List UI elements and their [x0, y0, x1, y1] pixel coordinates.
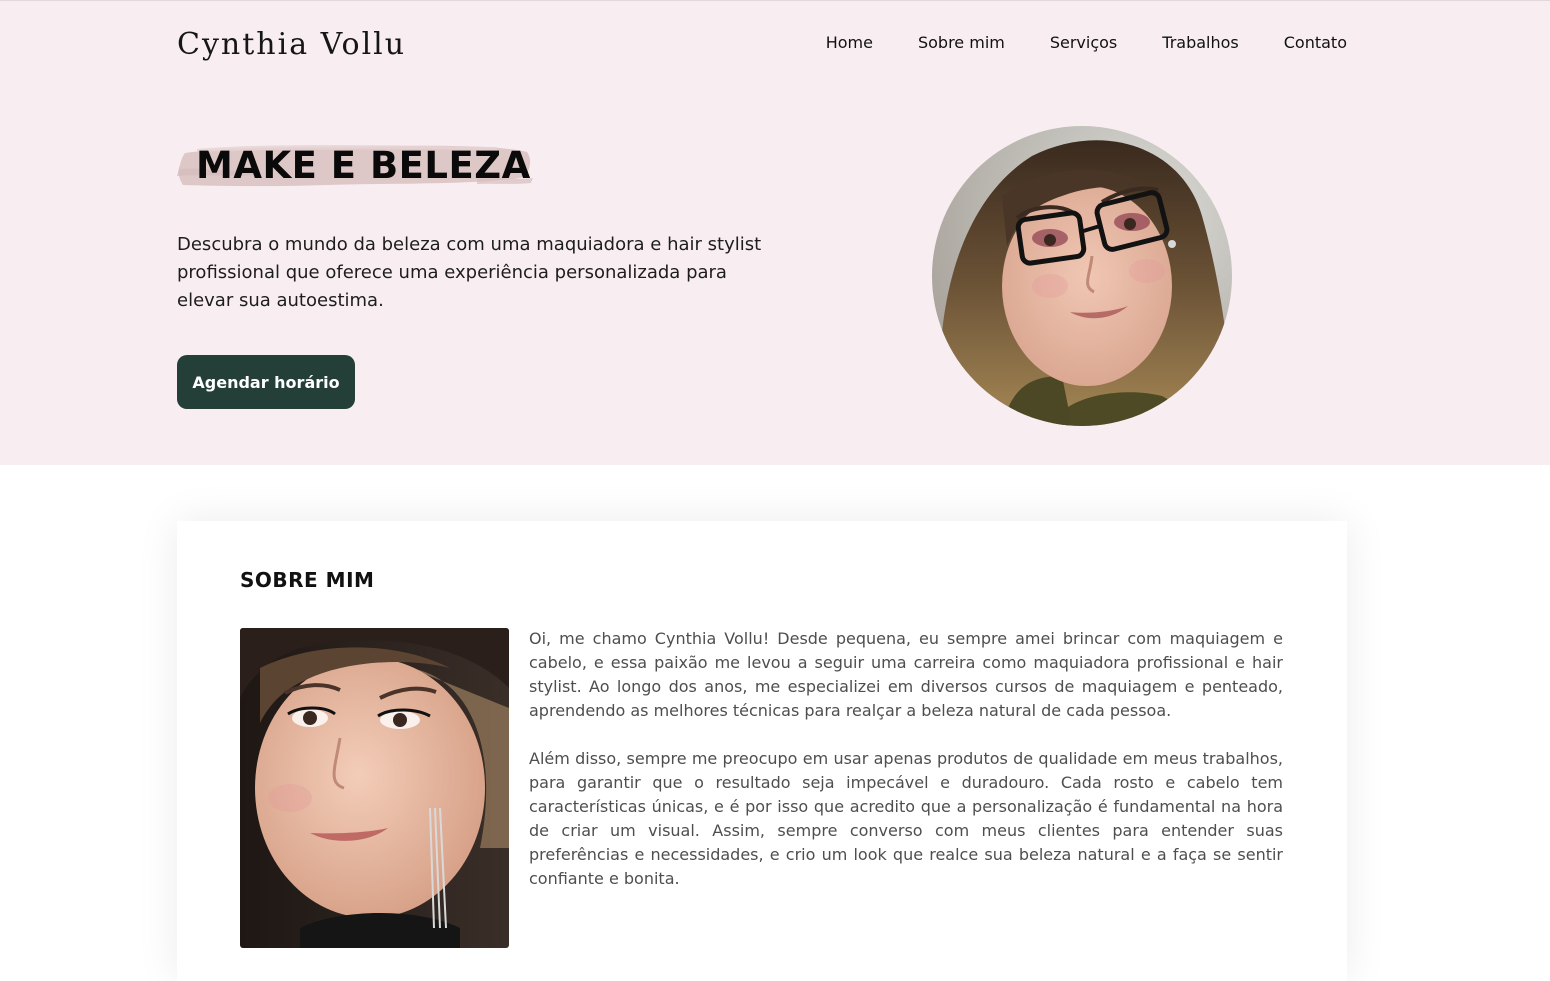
schedule-button[interactable]: Agendar horário	[177, 355, 355, 409]
nav-link-contato[interactable]: Contato	[1284, 33, 1347, 52]
about-text: Oi, me chamo Cynthia Vollu! Desde pequen…	[529, 627, 1283, 915]
about-portrait-photo	[240, 628, 509, 948]
hero-description: Descubra o mundo da beleza com uma maqui…	[177, 234, 762, 311]
nav-link-home[interactable]: Home	[826, 33, 873, 52]
hero-title-block: MAKE E BELEZA	[177, 139, 533, 193]
hero-title: MAKE E BELEZA	[196, 144, 531, 187]
about-section: SOBRE MIM Oi, me chamo Cynthia Vollu! De…	[177, 521, 1347, 981]
brand-logo[interactable]: Cynthia Vollu	[177, 27, 406, 62]
nav-link-servicos[interactable]: Serviços	[1050, 33, 1117, 52]
main-nav: Home Sobre mim Serviços Trabalhos Contat…	[826, 33, 1347, 52]
nav-link-trabalhos[interactable]: Trabalhos	[1162, 33, 1238, 52]
navbar: Cynthia Vollu Home Sobre mim Serviços Tr…	[177, 1, 1347, 87]
about-title: SOBRE MIM	[240, 568, 375, 592]
about-paragraph: Oi, me chamo Cynthia Vollu! Desde pequen…	[529, 629, 1283, 720]
hero-portrait-photo	[932, 126, 1232, 426]
nav-link-sobre-mim[interactable]: Sobre mim	[918, 33, 1005, 52]
hero-section: Cynthia Vollu Home Sobre mim Serviços Tr…	[0, 1, 1550, 465]
about-paragraph: Além disso, sempre me preocupo em usar a…	[529, 749, 1283, 888]
